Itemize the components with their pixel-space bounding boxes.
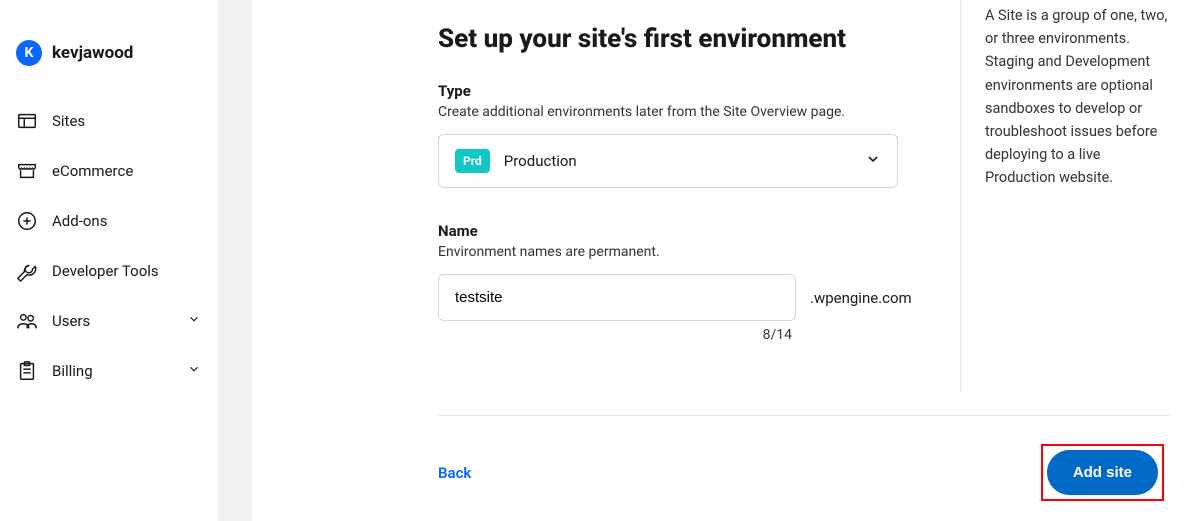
name-label: Name: [438, 222, 950, 240]
sidebar-item-sites[interactable]: Sites: [0, 96, 217, 146]
field-name: Name Environment names are permanent. .w…: [438, 222, 950, 343]
sidebar-item-label: Add-ons: [52, 212, 201, 230]
info-aside: A Site is a group of one, two, or three …: [960, 0, 1170, 392]
account-switcher[interactable]: K kevjawood: [0, 40, 217, 96]
sidebar-item-devtools[interactable]: Developer Tools: [0, 246, 217, 296]
sidebar-item-label: Developer Tools: [52, 262, 201, 280]
chevron-down-icon: [187, 312, 201, 330]
type-help: Create additional environments later fro…: [438, 104, 950, 120]
sites-icon: [16, 110, 38, 132]
sidebar-item-billing[interactable]: Billing: [0, 346, 217, 396]
type-selected-value: Production: [504, 152, 865, 170]
sidebar-item-users[interactable]: Users: [0, 296, 217, 346]
sidebar-item-addons[interactable]: Add-ons: [0, 196, 217, 246]
account-avatar: K: [16, 40, 42, 66]
sidebar-item-label: Users: [52, 312, 187, 330]
users-icon: [16, 310, 38, 332]
type-label: Type: [438, 82, 950, 100]
field-type: Type Create additional environments late…: [438, 82, 950, 188]
plus-circle-icon: [16, 210, 38, 232]
clipboard-icon: [16, 360, 38, 382]
wrench-icon: [16, 260, 38, 282]
sidebar-item-label: Sites: [52, 112, 201, 130]
env-badge: Prd: [455, 149, 490, 173]
footer: Back Add site: [438, 444, 1170, 501]
chevron-down-icon: [865, 151, 881, 171]
chevron-down-icon: [187, 362, 201, 380]
back-link[interactable]: Back: [438, 464, 471, 482]
main: A Site is a group of one, two, or three …: [252, 0, 1200, 521]
add-site-highlight: Add site: [1041, 444, 1164, 501]
char-count: 8/14: [438, 327, 796, 343]
form-column: Set up your site's first environment Typ…: [438, 24, 950, 393]
sidebar: K kevjawood Sites eCommerce Add-ons: [0, 0, 218, 521]
type-select[interactable]: Prd Production: [438, 134, 898, 188]
storefront-icon: [16, 160, 38, 182]
sidebar-item-label: Billing: [52, 362, 187, 380]
add-site-button[interactable]: Add site: [1047, 450, 1158, 495]
gutter: [218, 0, 252, 521]
name-help: Environment names are permanent.: [438, 244, 950, 260]
name-input[interactable]: [438, 274, 796, 321]
domain-suffix: .wpengine.com: [810, 289, 912, 307]
footer-divider: [438, 415, 1170, 416]
sidebar-item-ecommerce[interactable]: eCommerce: [0, 146, 217, 196]
page-title: Set up your site's first environment: [438, 24, 950, 54]
sidebar-item-label: eCommerce: [52, 162, 201, 180]
account-name: kevjawood: [52, 43, 133, 63]
